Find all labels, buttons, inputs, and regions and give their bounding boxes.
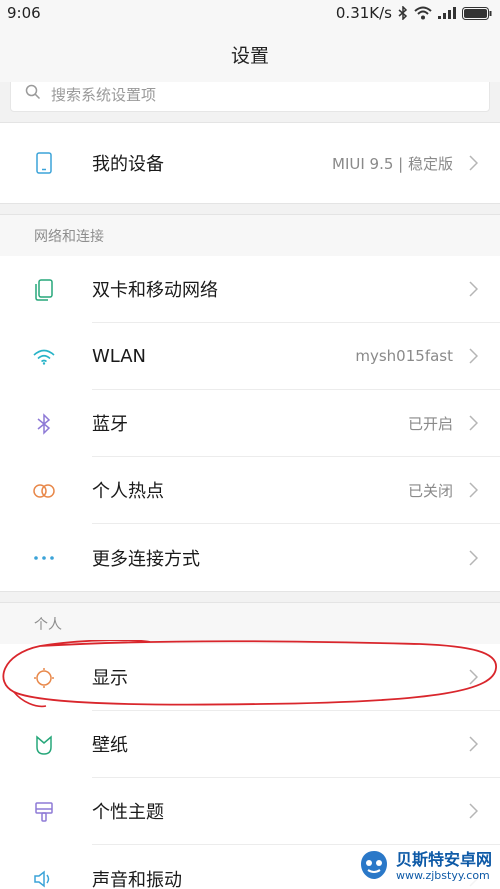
phone-icon	[0, 152, 92, 174]
row-label: 显示	[92, 668, 128, 689]
row-hotspot[interactable]: 个人热点 已关闭	[0, 457, 500, 524]
watermark-title: 贝斯特安卓网	[396, 850, 493, 870]
row-bluetooth[interactable]: 蓝牙 已开启	[0, 390, 500, 457]
row-theme[interactable]: 个性主题	[0, 778, 500, 845]
row-display[interactable]: 显示	[0, 644, 500, 711]
sound-icon	[0, 869, 92, 889]
chevron-right-icon	[469, 281, 478, 297]
signal-icon	[438, 7, 456, 19]
hotspot-icon	[0, 483, 92, 499]
chevron-right-icon	[469, 482, 478, 498]
row-value: 已开启	[407, 414, 453, 433]
row-more-connections[interactable]: 更多连接方式	[0, 524, 500, 591]
chevron-right-icon	[469, 348, 478, 364]
row-wlan[interactable]: WLAN mysh015fast	[0, 323, 500, 390]
chevron-right-icon	[469, 549, 478, 566]
row-label: 蓝牙	[92, 414, 128, 435]
my-device-value: MIUI 9.5 | 稳定版	[332, 154, 453, 173]
section-title-personal: 个人	[34, 616, 62, 633]
bluetooth-icon	[0, 412, 92, 435]
section-header-personal: 个人	[0, 602, 500, 644]
chevron-right-icon	[469, 736, 478, 752]
row-label: 双卡和移动网络	[92, 280, 218, 301]
row-label: 个人热点	[92, 481, 164, 502]
row-wallpaper[interactable]: 壁纸	[0, 711, 500, 778]
title-bar: 设置	[0, 26, 500, 82]
wifi-icon	[0, 349, 92, 365]
search-input[interactable]: 搜索系统设置项	[10, 82, 490, 112]
page-title: 设置	[230, 44, 269, 67]
device-card: 我的设备 MIUI 9.5 | 稳定版	[0, 122, 500, 204]
row-dual-sim[interactable]: 双卡和移动网络	[0, 256, 500, 323]
search-area: 搜索系统设置项	[0, 82, 500, 122]
chevron-right-icon	[469, 415, 478, 431]
row-label: 更多连接方式	[92, 548, 200, 570]
my-device-row[interactable]: 我的设备 MIUI 9.5 | 稳定版	[0, 123, 500, 203]
row-value: mysh015fast	[355, 347, 453, 365]
search-placeholder: 搜索系统设置项	[51, 85, 157, 104]
battery-icon	[462, 6, 492, 20]
section-title-network: 网络和连接	[34, 228, 104, 245]
status-bar: 9:06 0.31K/s	[0, 0, 500, 26]
watermark-url: www.zjbstyy.com	[396, 868, 490, 882]
chevron-right-icon	[469, 669, 478, 685]
network-card: 双卡和移动网络 WLAN mysh015fast 蓝牙 已开启 个人热点 已关闭…	[0, 256, 500, 592]
display-icon	[0, 667, 92, 689]
chevron-right-icon	[469, 155, 478, 171]
row-value: 已关闭	[407, 481, 453, 500]
row-label: 壁纸	[92, 735, 128, 756]
watermark-logo-icon	[358, 849, 390, 885]
bluetooth-status-icon	[398, 6, 408, 20]
wallpaper-icon	[0, 734, 92, 756]
my-device-label: 我的设备	[92, 154, 164, 175]
wifi-status-icon	[414, 6, 432, 20]
dual-sim-icon	[0, 278, 92, 301]
row-label: 声音和振动	[92, 869, 182, 889]
watermark: 贝斯特安卓网 www.zjbstyy.com	[350, 845, 500, 889]
row-label: 个性主题	[92, 802, 164, 823]
network-speed: 0.31K/s	[335, 4, 392, 22]
chevron-right-icon	[469, 803, 478, 819]
status-time: 9:06	[7, 4, 41, 22]
more-dots-icon	[0, 555, 92, 561]
search-icon	[25, 84, 41, 104]
theme-icon	[0, 801, 92, 823]
row-label: WLAN	[92, 345, 147, 367]
section-header-network: 网络和连接	[0, 214, 500, 256]
status-indicators: 0.31K/s	[336, 4, 492, 22]
